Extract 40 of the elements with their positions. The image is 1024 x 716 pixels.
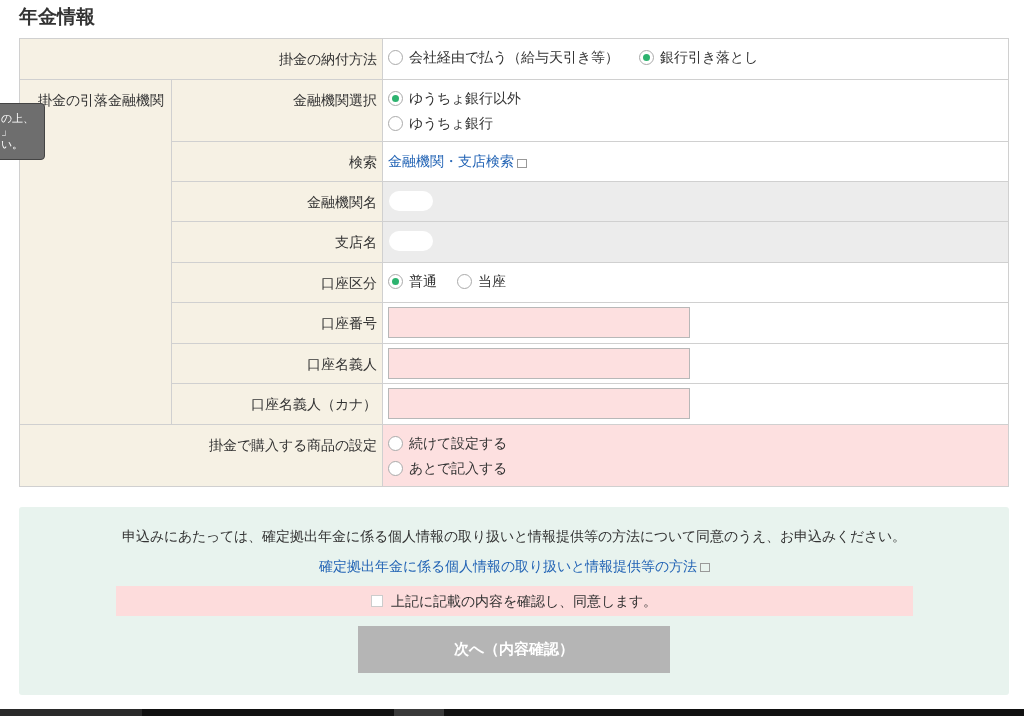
search-link[interactable]: 金融機関・支店検索 bbox=[388, 151, 527, 172]
radio-option[interactable]: ゆうちょ銀行以外 bbox=[388, 86, 988, 111]
field-label: 掛金の納付方法 bbox=[279, 51, 377, 67]
tooltip-text: い。 bbox=[1, 138, 24, 151]
radio-button[interactable] bbox=[388, 116, 403, 131]
text-input-field[interactable] bbox=[388, 348, 690, 379]
field-label: 検索 bbox=[349, 154, 377, 170]
radio-option[interactable]: 続けて設定する bbox=[388, 431, 988, 456]
radio-option[interactable]: 普通 bbox=[388, 269, 437, 294]
field-label: 口座名義人 bbox=[307, 356, 377, 372]
policy-link[interactable]: 確定拠出年金に係る個人情報の取り扱いと情報提供等の方法 bbox=[318, 556, 710, 576]
checkbox-label: 上記に記載の内容を確認し、同意します。 bbox=[391, 591, 657, 611]
radio-button[interactable] bbox=[388, 50, 403, 65]
page-title: 年金情報 bbox=[19, 5, 95, 29]
radio-option[interactable]: 会社経由で払う（給与天引き等） bbox=[388, 45, 619, 70]
field-label: 掛金で購入する商品の設定 bbox=[209, 437, 377, 453]
radio-option[interactable]: ゆうちょ銀行 bbox=[388, 111, 988, 136]
checkbox[interactable] bbox=[371, 595, 383, 607]
radio-button[interactable] bbox=[388, 461, 403, 476]
radio-button[interactable] bbox=[388, 91, 403, 106]
external-window-icon bbox=[699, 563, 710, 572]
external-window-icon bbox=[517, 158, 527, 168]
field-label: 口座名義人（カナ） bbox=[251, 396, 377, 412]
agreement-text: 申込みにあたっては、確定拠出年金に係る個人情報の取り扱いと情報提供等の方法について同意のうえ、お申込みください。 bbox=[122, 527, 906, 546]
field-label: 金融機関名 bbox=[307, 194, 377, 210]
text-input-field[interactable] bbox=[388, 388, 690, 419]
text-input-field[interactable] bbox=[388, 307, 690, 338]
radio-button[interactable] bbox=[388, 274, 403, 289]
field-label: 支店名 bbox=[335, 234, 377, 250]
field-label: 金融機関選択 bbox=[293, 92, 377, 108]
radio-button[interactable] bbox=[639, 50, 654, 65]
radio-option[interactable]: 当座 bbox=[457, 269, 506, 294]
tooltip-text: 」 bbox=[1, 125, 13, 138]
radio-button[interactable] bbox=[388, 436, 403, 451]
field-label: 口座区分 bbox=[321, 275, 377, 291]
radio-option[interactable]: 銀行引き落とし bbox=[639, 45, 758, 70]
radio-option[interactable]: あとで記入する bbox=[388, 456, 988, 481]
radio-button[interactable] bbox=[457, 274, 472, 289]
tooltip-text: の上、 bbox=[1, 112, 35, 125]
field-label: 口座番号 bbox=[321, 315, 377, 331]
